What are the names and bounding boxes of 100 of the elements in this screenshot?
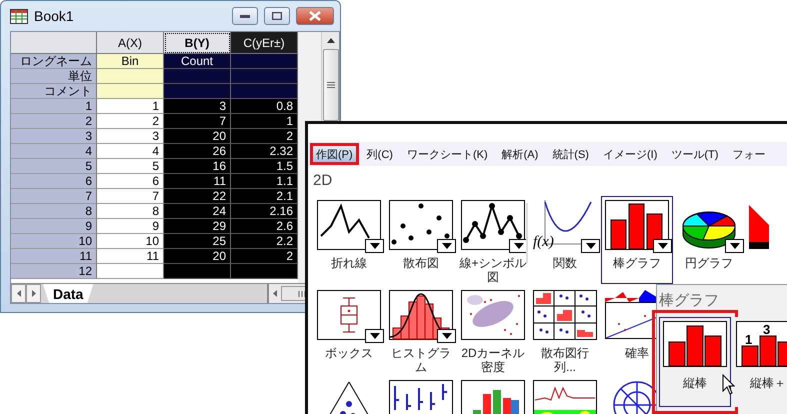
menu-item[interactable]: 統計(S) (546, 143, 595, 165)
table-cell: 25 (164, 234, 231, 249)
menu-item[interactable]: イメージ(I) (596, 143, 664, 165)
maximize-button[interactable] (264, 7, 290, 25)
box-plot-icon (317, 290, 381, 340)
table-cell: 2.32 (231, 144, 298, 159)
row-label: ロングネーム (11, 54, 97, 69)
close-icon (309, 11, 321, 21)
table-cell (97, 84, 164, 99)
tile-label: 散布図行列... (540, 346, 590, 374)
tile-label: 折れ線 (330, 256, 368, 270)
scatter-chart-icon (389, 200, 453, 250)
menu-item[interactable]: 作図(P) (310, 143, 359, 165)
scroll-up-icon[interactable] (326, 38, 334, 43)
spreadsheet-icon (10, 8, 28, 24)
table-cell (231, 264, 298, 279)
table-cell: 1 (97, 99, 164, 114)
plot-type-tile[interactable]: 円グラフ (673, 196, 745, 284)
menu-item[interactable]: 解析(A) (496, 143, 544, 165)
table-cell: 2 (231, 129, 298, 144)
close-button[interactable] (296, 7, 334, 25)
menu-item[interactable]: ツール(T) (665, 143, 724, 165)
chart-option[interactable]: 1 3 縦棒＋ (732, 317, 787, 407)
table-cell: 11 (97, 249, 164, 264)
right-arrow-icon (32, 290, 36, 297)
table-cell: 4 (97, 144, 164, 159)
row-number: 3 (11, 129, 97, 144)
plot-type-tile[interactable]: 散布図 (385, 196, 457, 284)
row-number: 7 (11, 189, 97, 204)
tile-label: 円グラフ (684, 256, 734, 270)
column-header[interactable]: B(Y) (164, 32, 231, 54)
plot-type-tile[interactable]: ボックス (313, 286, 385, 374)
previous-sheet-button[interactable] (11, 284, 26, 303)
table-cell: 24 (164, 204, 231, 219)
plot-type-tile[interactable]: 線+シンボル図 (457, 196, 529, 284)
plot-type-tile[interactable]: 2Dカーネル密度 (457, 286, 529, 374)
table-cell: 2.1 (231, 189, 298, 204)
table-cell: 2 (97, 114, 164, 129)
menu-item[interactable]: 列(C) (360, 143, 399, 165)
left-arrow-icon[interactable] (273, 290, 277, 297)
table-cell: 8 (97, 204, 164, 219)
minimize-icon (240, 14, 250, 18)
row-number: 9 (11, 219, 97, 234)
table-cell: 2 (231, 249, 298, 264)
table-cell: 1.5 (231, 159, 298, 174)
table-cell: 16 (164, 159, 231, 174)
table-cell: 6 (97, 174, 164, 189)
menu-item[interactable]: フォー (726, 143, 772, 165)
section-heading: 2D (313, 172, 334, 191)
plot-type-tile[interactable]: ヒストグラム (385, 286, 457, 374)
plot-type-tile[interactable]: 散布図行列... (529, 286, 601, 374)
table-cell (231, 69, 298, 84)
next-sheet-button[interactable] (26, 284, 41, 303)
scroll-thumb[interactable] (322, 49, 338, 121)
tile-label: 関数 (552, 256, 578, 270)
table-cell: 0.8 (231, 99, 298, 114)
grip-icon (298, 290, 306, 296)
tile-label: 棒グラフ (612, 256, 662, 270)
cursor-icon (722, 374, 735, 395)
table-cell (97, 264, 164, 279)
table-cell: 29 (164, 219, 231, 234)
column-header[interactable]: C(yEr±) (231, 32, 298, 54)
plot-type-tile[interactable]: 折れ線 (313, 196, 385, 284)
tile-label: 散布図 (402, 256, 440, 270)
row-label: コメント (11, 84, 97, 99)
row-number: 11 (11, 249, 97, 264)
table-cell (231, 84, 298, 99)
table-cell: 7 (164, 114, 231, 129)
menu-item[interactable]: ワークシート(K) (400, 143, 494, 165)
plot-type-tile[interactable]: 棒グラフ (601, 196, 673, 284)
table-cell: 2.2 (231, 234, 298, 249)
sheet-tab[interactable]: Data (43, 284, 94, 303)
table-cell: 20 (164, 249, 231, 264)
table-cell: 3 (97, 129, 164, 144)
tile-label: 確率 (624, 346, 650, 360)
minimize-button[interactable] (232, 7, 258, 25)
table-cell (231, 54, 298, 69)
table-cell (164, 264, 231, 279)
row-number: 10 (11, 234, 97, 249)
table-cell: 22 (164, 189, 231, 204)
plot-type-tile[interactable]: f(x) 関数 (529, 196, 601, 284)
table-cell: 26 (164, 144, 231, 159)
window-title: Book1 (34, 8, 75, 24)
table-cell (97, 69, 164, 84)
tile-label: ボックス (324, 346, 374, 360)
column-header[interactable]: A(X) (97, 32, 164, 54)
row-number: 8 (11, 204, 97, 219)
row-number: 2 (11, 114, 97, 129)
table-cell: 20 (164, 129, 231, 144)
grip-icon (326, 82, 334, 88)
scatter-matrix-icon (533, 290, 597, 340)
line-symbol-chart-icon (461, 200, 525, 250)
row-number: 5 (11, 159, 97, 174)
table-cell: 2.16 (231, 204, 298, 219)
row-number: 1 (11, 99, 97, 114)
row-number: 12 (11, 264, 97, 279)
row-number: 6 (11, 174, 97, 189)
histogram-icon (389, 290, 453, 340)
bar-chart-icon (605, 200, 669, 250)
submenu-title: 棒グラフ (659, 291, 720, 311)
